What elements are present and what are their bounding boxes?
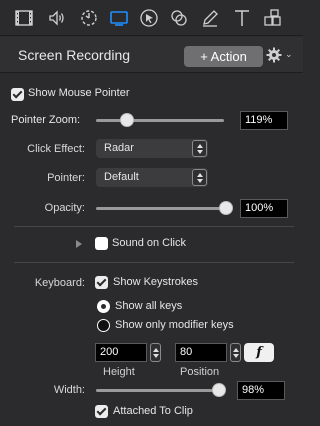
width-slider-knob[interactable]: [211, 383, 226, 397]
pointer-popup[interactable]: Default: [96, 168, 208, 187]
opacity-label: Opacity:: [44, 202, 85, 214]
click-effect-label: Click Effect:: [27, 143, 85, 155]
height-stepper[interactable]: [150, 343, 161, 362]
disclosure-triangle-icon[interactable]: [76, 240, 82, 248]
popup-arrows-icon: [192, 140, 207, 157]
position-field[interactable]: 80: [175, 343, 227, 362]
screen-icon[interactable]: [108, 7, 130, 29]
width-slider[interactable]: [96, 389, 221, 392]
pointer-zoom-slider-knob[interactable]: [119, 113, 134, 127]
panel-title: Screen Recording: [18, 47, 131, 63]
attached-to-clip-label: Attached To Clip: [113, 405, 193, 417]
shapes-icon[interactable]: [262, 7, 284, 29]
show-mouse-pointer-checkbox[interactable]: [11, 88, 24, 101]
width-label: Width:: [53, 384, 85, 396]
show-keystrokes-label: Show Keystrokes: [113, 276, 198, 288]
pointer-value: Default: [104, 171, 139, 183]
show-all-keys-radio[interactable]: [97, 300, 110, 313]
show-modifier-keys-radio[interactable]: [97, 319, 110, 332]
click-effect-popup[interactable]: Radar: [96, 139, 208, 158]
keyboard-label: Keyboard:: [34, 277, 85, 289]
cursor-icon[interactable]: [138, 7, 160, 29]
height-field[interactable]: 200: [95, 343, 147, 362]
section-divider: [14, 226, 294, 227]
opacity-slider[interactable]: [96, 207, 226, 210]
height-label: Height: [103, 366, 135, 378]
timer-icon[interactable]: [78, 7, 100, 29]
pointer-zoom-field[interactable]: 119%: [240, 111, 288, 130]
show-mouse-pointer-label: Show Mouse Pointer: [28, 87, 130, 99]
pencil-icon[interactable]: [199, 7, 221, 29]
gear-icon[interactable]: [266, 47, 282, 63]
show-keystrokes-checkbox[interactable]: [95, 276, 108, 289]
show-modifier-keys-label: Show only modifier keys: [115, 319, 234, 331]
pointer-label: Pointer:: [47, 172, 85, 184]
show-all-keys-label: Show all keys: [115, 300, 183, 312]
attached-to-clip-checkbox[interactable]: [95, 405, 108, 418]
sound-on-click-checkbox[interactable]: [95, 237, 108, 250]
opacity-field[interactable]: 100%: [240, 199, 288, 218]
click-effect-value: Radar: [104, 142, 134, 154]
position-stepper[interactable]: [230, 343, 241, 362]
chevron-down-icon[interactable]: ⌄: [285, 49, 293, 60]
pointer-zoom-label: Pointer Zoom:: [11, 114, 81, 126]
pointer-zoom-slider[interactable]: [96, 119, 224, 122]
position-label: Position: [180, 366, 220, 378]
function-button[interactable]: f: [244, 343, 274, 362]
width-field[interactable]: 98%: [237, 381, 285, 400]
panel-header: Screen Recording + Action ⌄: [0, 37, 303, 73]
opacity-slider-knob[interactable]: [219, 201, 233, 215]
overlap-circles-icon[interactable]: [168, 7, 190, 29]
sound-on-click-label: Sound on Click: [112, 237, 186, 249]
section-divider: [14, 262, 294, 263]
toolbar: [0, 0, 303, 36]
speaker-icon[interactable]: [46, 7, 68, 29]
text-icon[interactable]: [231, 7, 253, 29]
film-icon[interactable]: [13, 7, 35, 29]
popup-arrows-icon: [192, 169, 207, 186]
add-action-button[interactable]: + Action: [184, 46, 263, 67]
